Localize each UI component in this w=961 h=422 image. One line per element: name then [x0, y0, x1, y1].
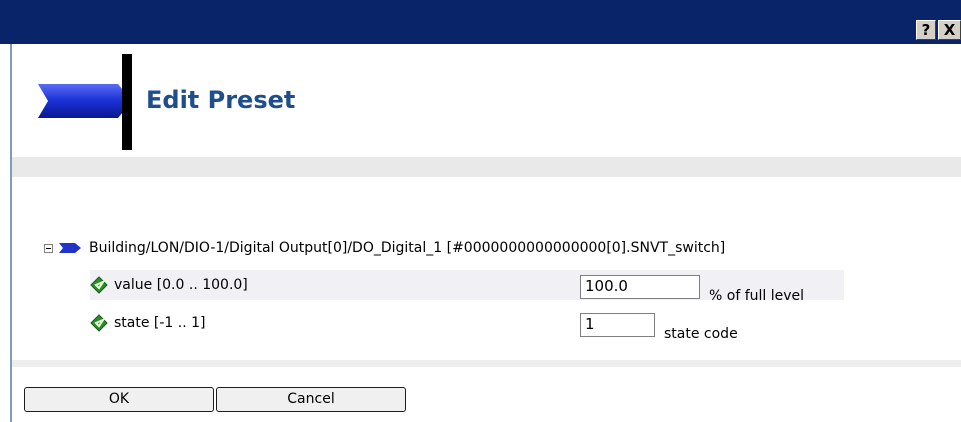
green-diamond-icon [90, 276, 108, 294]
tree-node: Building/LON/DIO-1/Digital Output[0]/DO_… [44, 240, 725, 256]
blue-arrow-icon [59, 243, 81, 253]
value-unit: % of full level [709, 288, 805, 304]
help-button[interactable]: ? [916, 20, 936, 40]
node-path: Building/LON/DIO-1/Digital Output[0]/DO_… [89, 240, 726, 256]
value-input[interactable]: 100.0 [580, 275, 700, 299]
footer-divider [12, 360, 961, 367]
edit-preset-dialog: Edit Preset Building/LON/DIO-1/Digital O… [10, 44, 961, 422]
green-diamond-icon [90, 314, 108, 332]
collapse-minus-icon[interactable] [44, 243, 53, 253]
state-input[interactable]: 1 [580, 313, 655, 337]
cancel-button[interactable]: Cancel [216, 387, 406, 412]
window-titlebar: ? X [0, 0, 961, 44]
blue-arrow-icon [38, 54, 132, 150]
page-title: Edit Preset [146, 86, 296, 114]
property-label: value [0.0 .. 100.0] [114, 277, 248, 293]
state-unit: state code [664, 326, 738, 342]
property-label: state [-1 .. 1] [114, 315, 206, 331]
close-button[interactable]: X [938, 20, 961, 40]
ok-button[interactable]: OK [24, 387, 214, 412]
header-divider [12, 157, 961, 177]
